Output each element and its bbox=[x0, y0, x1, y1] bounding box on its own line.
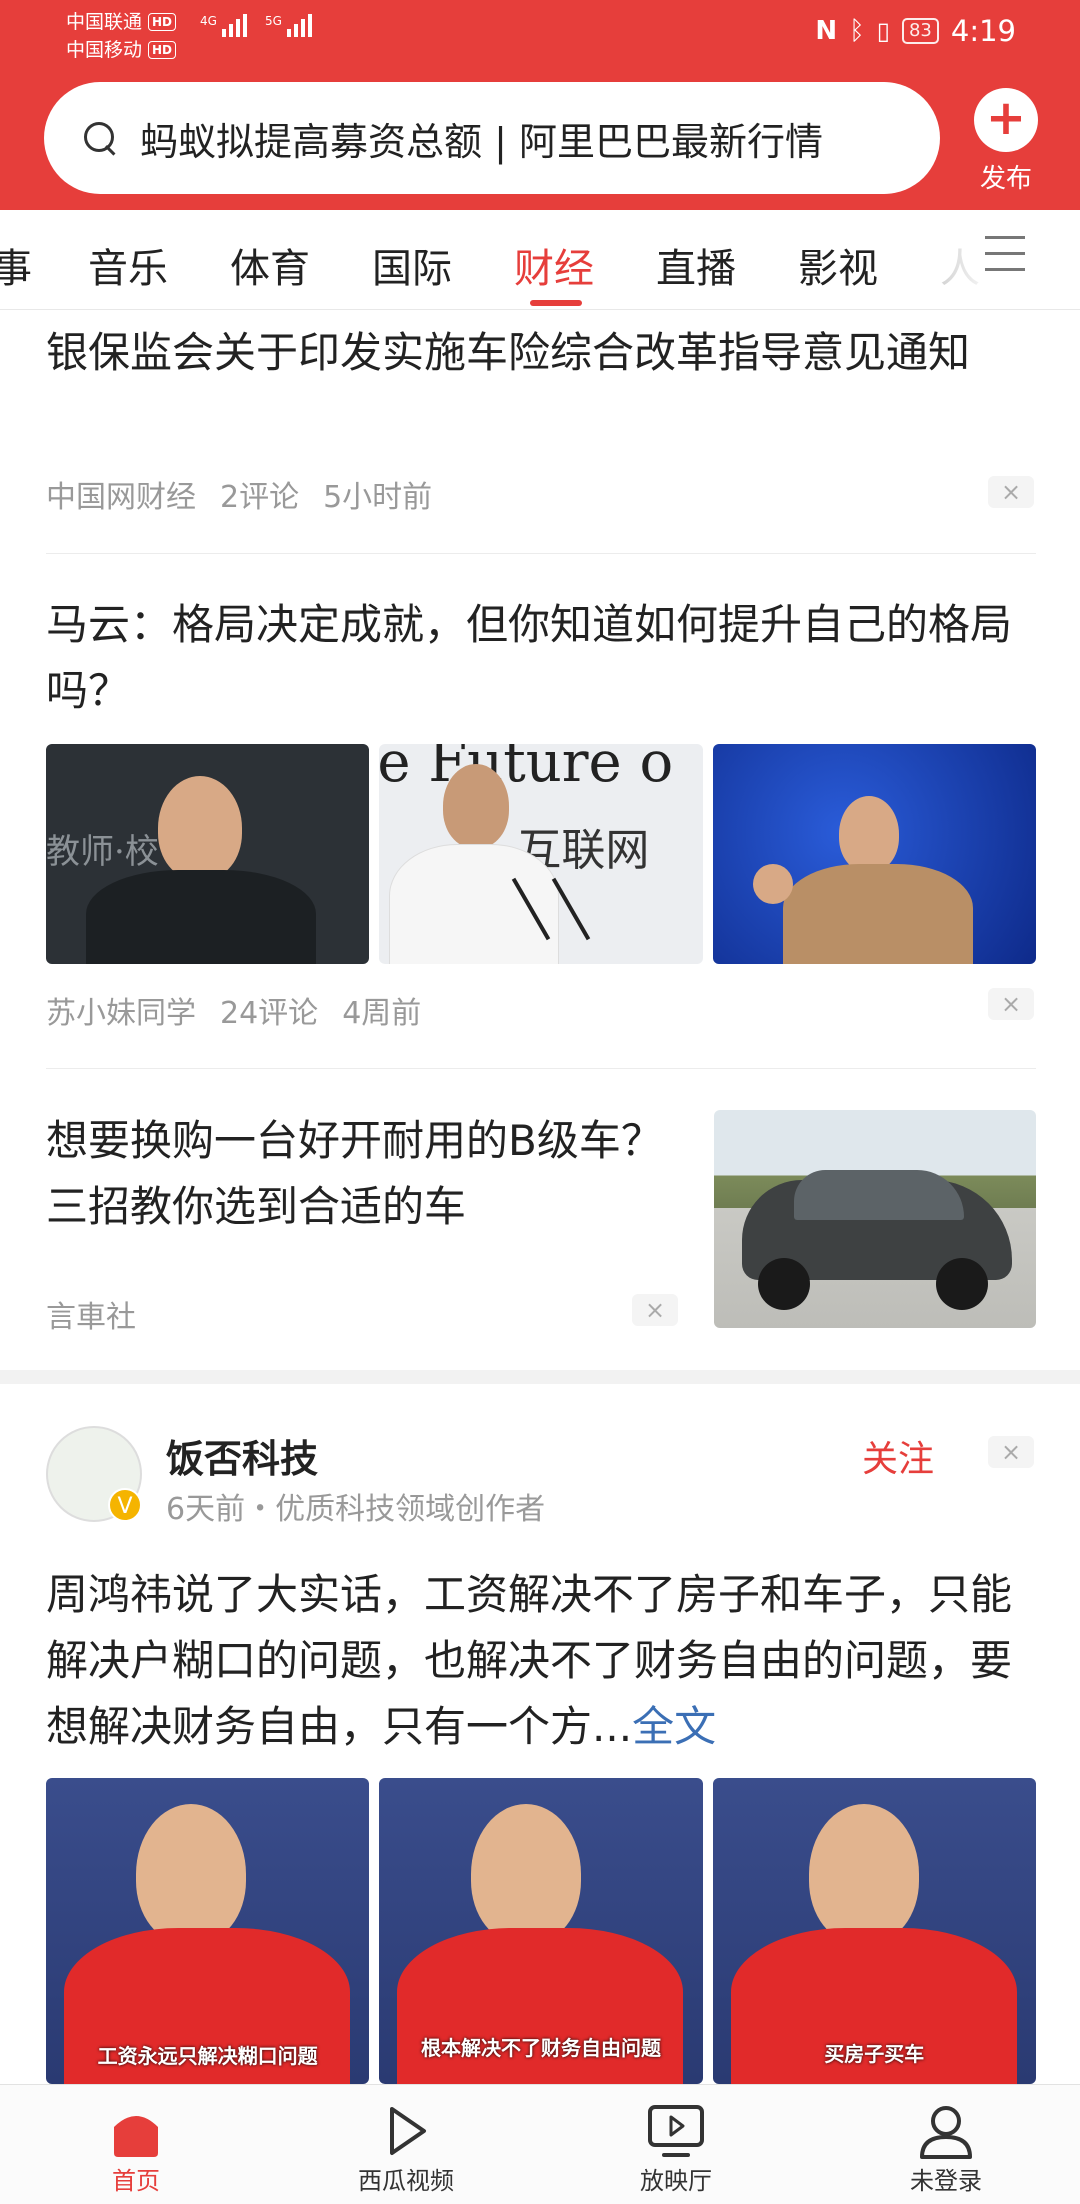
network-5g-label: 5G bbox=[264, 14, 282, 28]
nav-home[interactable]: 首页 bbox=[56, 2099, 216, 2196]
bottom-nav: 首页 西瓜视频 放映厅 未登录 bbox=[0, 2084, 1080, 2204]
theater-icon bbox=[596, 2099, 756, 2161]
menu-icon[interactable] bbox=[985, 236, 1025, 276]
carrier-2: 中国移动 bbox=[66, 39, 143, 61]
dismiss-button[interactable]: × bbox=[632, 1294, 678, 1326]
search-icon bbox=[82, 120, 118, 156]
user-icon bbox=[866, 2099, 1026, 2161]
article-source: 中国网财经 bbox=[46, 480, 196, 515]
vibrate-icon: ▯ bbox=[876, 17, 890, 45]
signal-indicators: 4G 5G bbox=[200, 14, 312, 37]
status-bar: 中国联通 HD 中国移动 HD 4G 5G N ᛒ ▯ 83 4:19 bbox=[0, 0, 1080, 72]
post-image-row[interactable]: 工资永远只解决糊口问题 根本解决不了财务自由问题 买房子买车 bbox=[46, 1778, 1036, 2084]
article-time: 5小时前 bbox=[323, 480, 433, 515]
article-time: 4周前 bbox=[342, 996, 422, 1031]
post-image: 买房子买车 bbox=[712, 1778, 1036, 2084]
tab-partial[interactable]: 事 bbox=[0, 236, 32, 294]
nav-theater[interactable]: 放映厅 bbox=[596, 2099, 756, 2196]
clock: 4:19 bbox=[950, 14, 1016, 48]
nav-home-label: 首页 bbox=[112, 2167, 160, 2195]
article-comments: 24评论 bbox=[220, 996, 319, 1031]
dismiss-button[interactable]: × bbox=[988, 988, 1034, 1020]
post-body: 周鸿祎说了大实话，工资解决不了房子和车子，只能解决户糊口的问题，也解决不了财务自… bbox=[46, 1570, 1013, 1751]
article-image bbox=[712, 744, 1036, 964]
article-meta: 言車社 bbox=[46, 1292, 136, 1336]
article-image-row[interactable]: 教师·校 e Future o 互联网 bbox=[46, 744, 1036, 964]
status-right: N ᛒ ▯ 83 4:19 bbox=[815, 14, 1016, 48]
nav-xigua-label: 西瓜视频 bbox=[358, 2167, 454, 2195]
article-image: 教师·校 bbox=[46, 744, 370, 964]
publish-label: 发布 bbox=[979, 164, 1032, 194]
carrier-info: 中国联通 HD 中国移动 HD bbox=[66, 8, 177, 64]
tab-international[interactable]: 国际 bbox=[372, 236, 452, 294]
image-banner-text: e Future o bbox=[379, 744, 674, 795]
article-meta: 苏小妹同学 24评论 4周前 bbox=[46, 988, 421, 1032]
video-caption: 根本解决不了财务自由问题 bbox=[420, 2036, 661, 2060]
dismiss-button[interactable]: × bbox=[988, 1436, 1034, 1468]
article-source: 言車社 bbox=[46, 1300, 136, 1335]
tab-finance[interactable]: 财经 bbox=[514, 236, 594, 294]
nfc-icon: N bbox=[815, 16, 838, 46]
signal-4g-icon: 4G bbox=[200, 14, 247, 37]
follow-button[interactable]: 关注 bbox=[862, 1430, 934, 1482]
article-image: e Future o 互联网 bbox=[379, 744, 703, 964]
article-comments: 2评论 bbox=[220, 480, 300, 515]
plus-icon: + bbox=[974, 88, 1038, 152]
author-name[interactable]: 饭否科技 bbox=[166, 1428, 318, 1483]
search-bar[interactable]: 蚂蚁拟提高募资总额 | 阿里巴巴最新行情 bbox=[44, 82, 940, 194]
app-header: 中国联通 HD 中国移动 HD 4G 5G N ᛒ ▯ 83 4:19 蚂蚁拟提高募… bbox=[0, 0, 1080, 210]
tab-film[interactable]: 影视 bbox=[798, 236, 878, 294]
article-meta: 中国网财经 2评论 5小时前 bbox=[46, 472, 432, 516]
play-icon bbox=[326, 2099, 486, 2161]
nav-xigua-video[interactable]: 西瓜视频 bbox=[326, 2099, 486, 2196]
bluetooth-icon: ᛒ bbox=[849, 16, 865, 46]
article-title[interactable]: 马云：格局决定成就，但你知道如何提升自己的格局吗？ bbox=[46, 592, 1036, 724]
tab-sports[interactable]: 体育 bbox=[230, 236, 310, 294]
article-thumbnail[interactable] bbox=[714, 1110, 1036, 1328]
section-separator bbox=[0, 1370, 1080, 1384]
tab-live[interactable]: 直播 bbox=[656, 236, 736, 294]
post-image: 根本解决不了财务自由问题 bbox=[379, 1778, 703, 2084]
publish-button[interactable]: + 发布 bbox=[970, 88, 1042, 195]
search-suggestion: 蚂蚁拟提高募资总额 | 阿里巴巴最新行情 bbox=[140, 119, 823, 164]
category-tabs: 事 音乐 体育 国际 财经 直播 影视 人 bbox=[0, 210, 1080, 310]
article-source: 苏小妹同学 bbox=[46, 996, 196, 1031]
article-title[interactable]: 银保监会关于印发实施车险综合改革指导意见通知 bbox=[46, 320, 1036, 386]
dismiss-button[interactable]: × bbox=[988, 476, 1034, 508]
tab-music[interactable]: 音乐 bbox=[88, 236, 168, 294]
author-subtitle: 6天前・优质科技领域创作者 bbox=[166, 1492, 546, 1527]
nav-profile-label: 未登录 bbox=[910, 2167, 982, 2195]
divider bbox=[46, 553, 1036, 554]
full-text-link[interactable]: 全文 bbox=[632, 1702, 716, 1751]
article-title[interactable]: 想要换购一台好开耐用的B级车？三招教你选到合适的车 bbox=[46, 1108, 686, 1240]
post-text[interactable]: 周鸿祎说了大实话，工资解决不了房子和车子，只能解决户糊口的问题，也解决不了财务自… bbox=[46, 1562, 1046, 1760]
network-4g-label: 4G bbox=[200, 14, 217, 28]
signal-5g-icon: 5G bbox=[265, 14, 312, 37]
hd-badge: HD bbox=[148, 13, 177, 31]
battery-icon: 83 bbox=[901, 18, 939, 44]
post-image: 工资永远只解决糊口问题 bbox=[46, 1778, 370, 2084]
nav-theater-label: 放映厅 bbox=[640, 2167, 712, 2195]
hd-badge: HD bbox=[148, 41, 177, 59]
active-tab-indicator bbox=[530, 300, 582, 306]
video-caption: 买房子买车 bbox=[824, 2042, 925, 2066]
carrier-1: 中国联通 bbox=[66, 11, 143, 33]
verified-icon: V bbox=[108, 1488, 142, 1522]
image-chalk-text: 教师·校 bbox=[46, 832, 159, 872]
nav-profile[interactable]: 未登录 bbox=[866, 2099, 1026, 2196]
divider bbox=[46, 1068, 1036, 1069]
home-icon bbox=[56, 2099, 216, 2161]
video-caption: 工资永远只解决糊口问题 bbox=[97, 2044, 318, 2068]
